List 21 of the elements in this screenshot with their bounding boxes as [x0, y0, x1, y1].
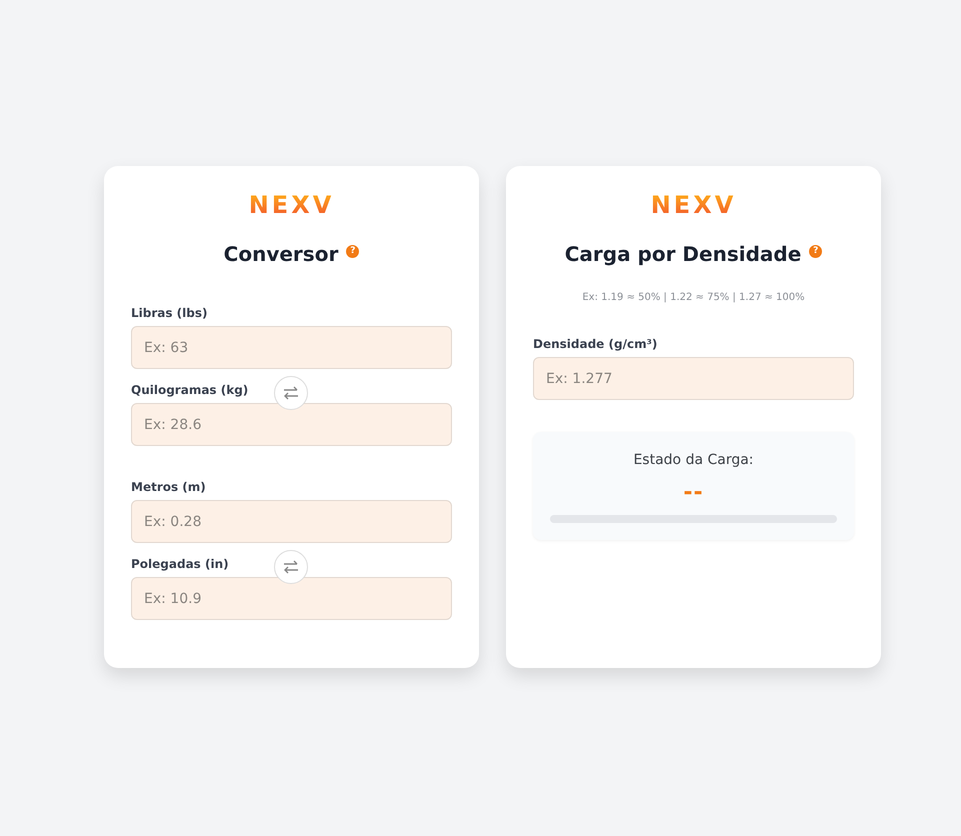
- help-icon[interactable]: ?: [809, 244, 822, 258]
- swap-button[interactable]: [274, 550, 308, 584]
- field-label: Libras (lbs): [131, 306, 208, 320]
- card-title: Conversor: [224, 242, 338, 266]
- field-label: Densidade (g/cm³): [533, 337, 658, 351]
- swap-icon: [283, 386, 299, 400]
- help-icon[interactable]: ?: [346, 244, 360, 258]
- input-field[interactable]: Ex: 63: [131, 326, 452, 369]
- swap-icon: [283, 560, 299, 574]
- field-label: Polegadas (in): [131, 557, 229, 571]
- input-field[interactable]: Ex: 28.6: [131, 403, 452, 446]
- status-label: Estado da Carga:: [633, 452, 754, 468]
- input-field[interactable]: Ex: 10.9: [131, 577, 452, 620]
- status-value: --: [683, 480, 704, 505]
- field-label: Metros (m): [131, 480, 206, 494]
- swap-button[interactable]: [274, 376, 308, 410]
- field-label: Quilogramas (kg): [131, 383, 248, 397]
- card-title: Carga por Densidade: [564, 242, 802, 266]
- input-field[interactable]: Ex: 1.277: [533, 357, 854, 400]
- hint-text: Ex: 1.19 ≈ 50% | 1.22 ≈ 75% | 1.27 ≈ 100%: [581, 292, 806, 303]
- input-field[interactable]: Ex: 0.28: [131, 500, 452, 543]
